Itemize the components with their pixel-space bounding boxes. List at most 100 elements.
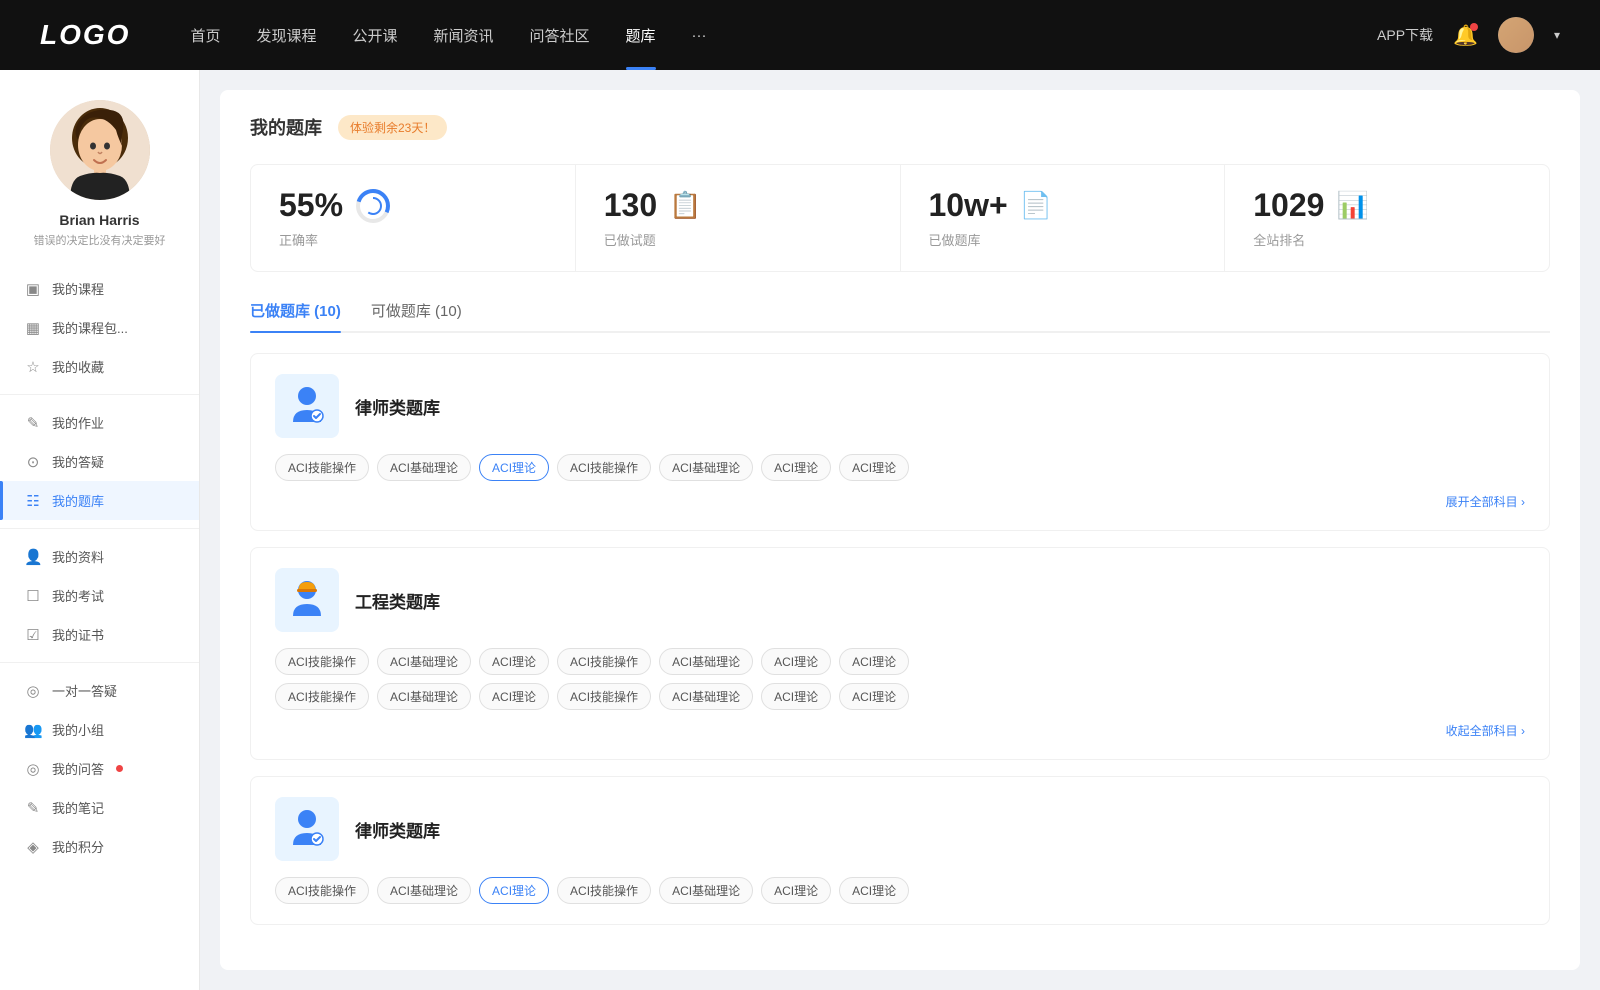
avatar-chevron-icon[interactable]: ▾ xyxy=(1554,28,1560,42)
navbar-right: APP下载 🔔 ▾ xyxy=(1377,17,1560,53)
tag-1[interactable]: ACI基础理论 xyxy=(377,454,471,481)
stat-done-questions-top: 130 📋 xyxy=(604,187,872,224)
exam-icon: ☐ xyxy=(24,587,42,605)
nav-home[interactable]: 首页 xyxy=(190,25,220,46)
eng-tag-10[interactable]: ACI技能操作 xyxy=(557,683,651,710)
nav-qa[interactable]: 问答社区 xyxy=(530,25,590,46)
sidebar-item-questions[interactable]: ⊙ 我的答疑 xyxy=(0,442,199,481)
lawyer-icon-1 xyxy=(275,374,339,438)
stat-done-banks: 10w+ 📄 已做题库 xyxy=(901,165,1226,271)
law2-tag-6[interactable]: ACI理论 xyxy=(839,877,909,904)
eng-tag-9[interactable]: ACI理论 xyxy=(479,683,549,710)
collapse-link-engineer[interactable]: 收起全部科目 › xyxy=(1446,722,1525,739)
stat-accuracy-label: 正确率 xyxy=(279,230,547,249)
engineer-icon xyxy=(275,568,339,632)
qbank-tags-engineer-row1: ACI技能操作 ACI基础理论 ACI理论 ACI技能操作 ACI基础理论 AC… xyxy=(275,648,1525,675)
eng-tag-6[interactable]: ACI理论 xyxy=(839,648,909,675)
avatar[interactable] xyxy=(1498,17,1534,53)
sidebar-item-homework[interactable]: ✎ 我的作业 xyxy=(0,403,199,442)
sidebar-item-favorites-label: 我的收藏 xyxy=(52,357,104,376)
tab-done-banks[interactable]: 已做题库 (10) xyxy=(250,300,341,331)
sidebar-item-groups[interactable]: 👥 我的小组 xyxy=(0,710,199,749)
ranking-icon: 📊 xyxy=(1336,190,1368,221)
nav-more[interactable]: ··· xyxy=(692,27,707,44)
eng-tag-1[interactable]: ACI基础理论 xyxy=(377,648,471,675)
stat-done-questions-value: 130 xyxy=(604,187,657,224)
eng-tag-3[interactable]: ACI技能操作 xyxy=(557,648,651,675)
eng-tag-2[interactable]: ACI理论 xyxy=(479,648,549,675)
law2-tag-4[interactable]: ACI基础理论 xyxy=(659,877,753,904)
sidebar-item-course-package-label: 我的课程包... xyxy=(52,318,128,337)
qbank-tags-engineer-row2: ACI技能操作 ACI基础理论 ACI理论 ACI技能操作 ACI基础理论 AC… xyxy=(275,683,1525,710)
sidebar-divider-1 xyxy=(0,394,199,395)
tag-0[interactable]: ACI技能操作 xyxy=(275,454,369,481)
sidebar-item-course-package[interactable]: ▦ 我的课程包... xyxy=(0,308,199,347)
stat-accuracy-value: 55% xyxy=(279,187,343,224)
notification-dot xyxy=(1470,23,1478,31)
sidebar-item-qbank[interactable]: ☷ 我的题库 xyxy=(0,481,199,520)
page-title: 我的题库 xyxy=(250,114,322,140)
tag-4[interactable]: ACI基础理论 xyxy=(659,454,753,481)
eng-tag-4[interactable]: ACI基础理论 xyxy=(659,648,753,675)
sidebar-item-homework-label: 我的作业 xyxy=(52,413,104,432)
eng-tag-8[interactable]: ACI基础理论 xyxy=(377,683,471,710)
sidebar-item-my-qa[interactable]: ◎ 我的问答 xyxy=(0,749,199,788)
lawyer-figure-icon xyxy=(285,384,329,428)
app-download-button[interactable]: APP下载 xyxy=(1377,25,1433,45)
eng-tag-11[interactable]: ACI基础理论 xyxy=(659,683,753,710)
questions-icon: ⊙ xyxy=(24,453,42,471)
accuracy-pie-icon xyxy=(355,188,391,224)
sidebar-item-certificate[interactable]: ☑ 我的证书 xyxy=(0,615,199,654)
avatar-image xyxy=(1498,17,1534,53)
sidebar-item-profile[interactable]: 👤 我的资料 xyxy=(0,537,199,576)
law2-tag-3[interactable]: ACI技能操作 xyxy=(557,877,651,904)
main-content: 我的题库 体验剩余23天！ 55% 正确率 130 xyxy=(220,90,1580,970)
qa-notification-dot xyxy=(116,765,123,772)
sidebar-item-favorites[interactable]: ☆ 我的收藏 xyxy=(0,347,199,386)
nav-discover[interactable]: 发现课程 xyxy=(256,25,316,46)
qbank-list: 律师类题库 ACI技能操作 ACI基础理论 ACI理论 ACI技能操作 ACI基… xyxy=(250,353,1550,925)
stat-accuracy-top: 55% xyxy=(279,187,547,224)
law2-tag-5[interactable]: ACI理论 xyxy=(761,877,831,904)
sidebar-item-my-courses[interactable]: ▣ 我的课程 xyxy=(0,269,199,308)
main-layout: Brian Harris 错误的决定比没有决定要好 ▣ 我的课程 ▦ 我的课程包… xyxy=(0,70,1600,990)
lawyer-figure-icon-2 xyxy=(285,807,329,851)
profile-icon: 👤 xyxy=(24,548,42,566)
nav-qbank[interactable]: 题库 xyxy=(626,25,656,46)
stat-done-banks-label: 已做题库 xyxy=(929,230,1197,249)
law2-tag-2-active[interactable]: ACI理论 xyxy=(479,877,549,904)
sidebar-item-certificate-label: 我的证书 xyxy=(52,625,104,644)
notification-bell[interactable]: 🔔 xyxy=(1453,23,1478,48)
tag-2-active[interactable]: ACI理论 xyxy=(479,454,549,481)
sidebar-divider-3 xyxy=(0,662,199,663)
tab-available-banks[interactable]: 可做题库 (10) xyxy=(371,300,462,331)
done-banks-icon: 📄 xyxy=(1020,190,1052,221)
law2-tag-1[interactable]: ACI基础理论 xyxy=(377,877,471,904)
eng-tag-7[interactable]: ACI技能操作 xyxy=(275,683,369,710)
sidebar-item-exam[interactable]: ☐ 我的考试 xyxy=(0,576,199,615)
profile-avatar xyxy=(50,100,150,200)
sidebar-item-my-courses-label: 我的课程 xyxy=(52,279,104,298)
eng-tag-5[interactable]: ACI理论 xyxy=(761,648,831,675)
sidebar-item-notes-label: 我的笔记 xyxy=(52,798,104,817)
eng-tag-13[interactable]: ACI理论 xyxy=(839,683,909,710)
sidebar-item-exam-label: 我的考试 xyxy=(52,586,104,605)
eng-tag-0[interactable]: ACI技能操作 xyxy=(275,648,369,675)
sidebar-item-tutoring[interactable]: ◎ 一对一答疑 xyxy=(0,671,199,710)
stats-row: 55% 正确率 130 📋 已做试题 xyxy=(250,164,1550,272)
tag-5[interactable]: ACI理论 xyxy=(761,454,831,481)
sidebar-item-notes[interactable]: ✎ 我的笔记 xyxy=(0,788,199,827)
favorites-icon: ☆ xyxy=(24,358,42,376)
law2-tag-0[interactable]: ACI技能操作 xyxy=(275,877,369,904)
tag-6[interactable]: ACI理论 xyxy=(839,454,909,481)
tag-3[interactable]: ACI技能操作 xyxy=(557,454,651,481)
expand-link-lawyer-1[interactable]: 展开全部科目 › xyxy=(1446,493,1525,510)
stat-ranking-top: 1029 📊 xyxy=(1253,187,1521,224)
sidebar-item-points[interactable]: ◈ 我的积分 xyxy=(0,827,199,866)
nav-mooc[interactable]: 公开课 xyxy=(352,25,397,46)
nav-news[interactable]: 新闻资讯 xyxy=(434,25,494,46)
logo[interactable]: LOGO xyxy=(40,19,130,51)
eng-tag-12[interactable]: ACI理论 xyxy=(761,683,831,710)
trial-badge: 体验剩余23天！ xyxy=(338,115,447,140)
page-header: 我的题库 体验剩余23天！ xyxy=(250,114,1550,140)
